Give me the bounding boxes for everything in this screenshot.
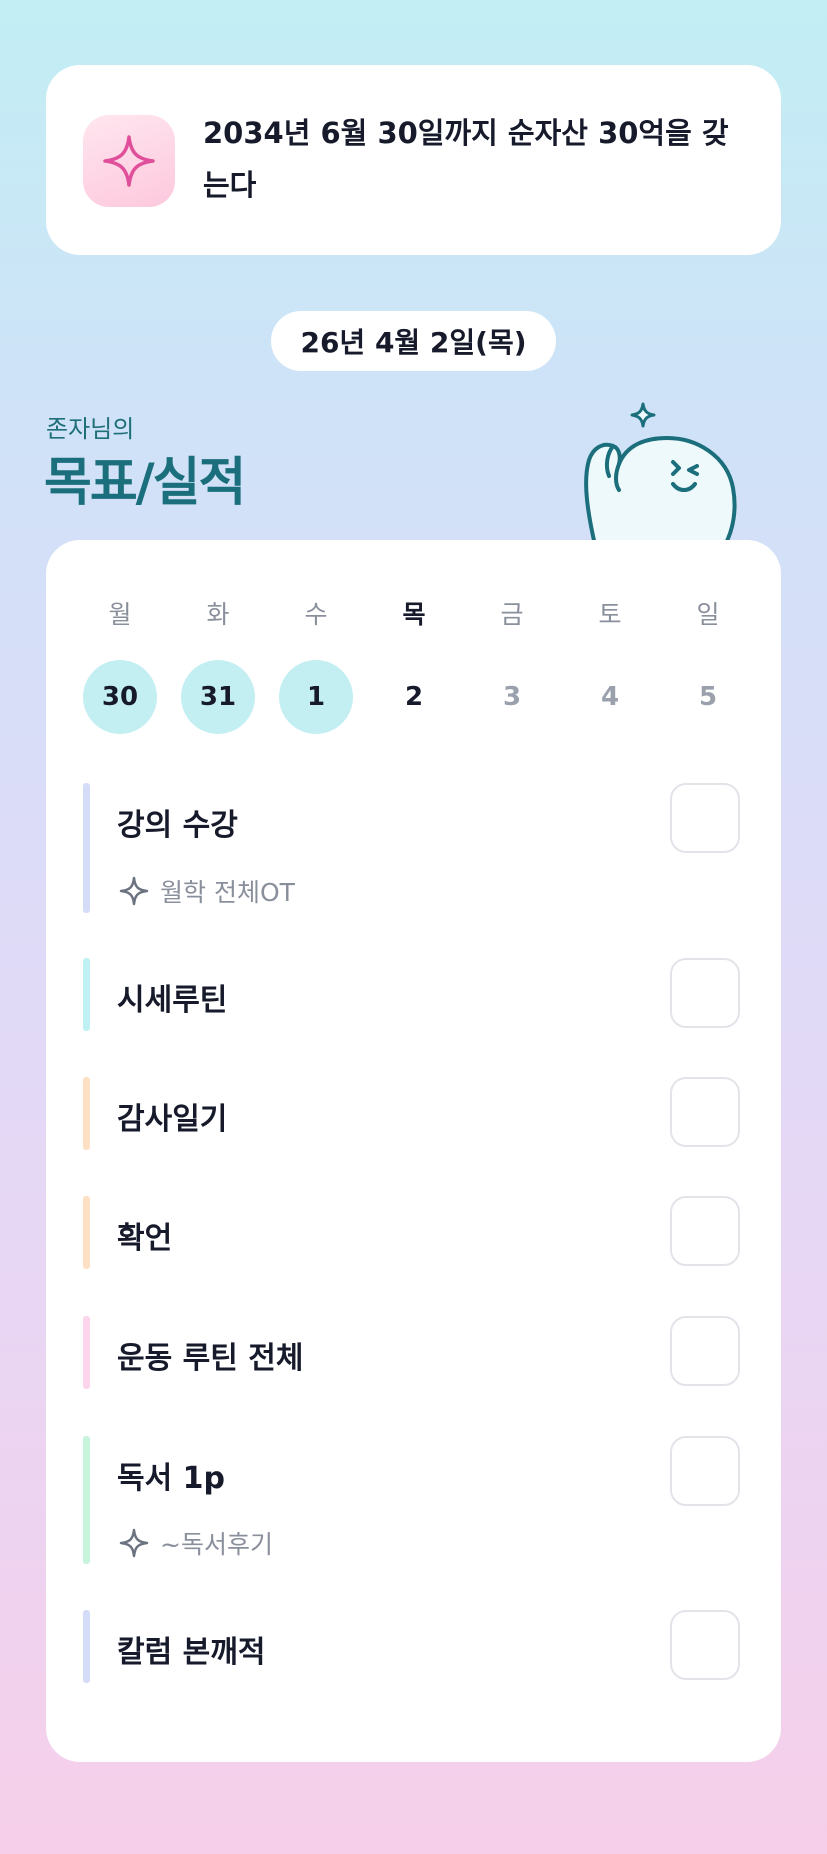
task-color-bar	[83, 958, 90, 1031]
weekday-mon: 월	[108, 600, 132, 629]
task-checkbox[interactable]	[670, 1196, 740, 1266]
goal-text: 2034년 6월 30일까지 순자산 30억을 갖는다	[203, 116, 729, 202]
sparkle-icon	[83, 115, 175, 207]
task-subtext-label: ~독서후기	[160, 1530, 273, 1559]
task-color-bar	[83, 1610, 90, 1683]
page-title: 목표/실적	[44, 453, 246, 513]
weekday-sat: 토	[598, 600, 622, 629]
task-checkbox[interactable]	[670, 958, 740, 1028]
task-color-bar	[83, 1316, 90, 1389]
sparkle-outline-icon	[119, 876, 149, 906]
mascot-illustration	[584, 402, 737, 547]
task-color-bar	[83, 1077, 90, 1150]
task-title: 운동 루틴 전체	[117, 1341, 304, 1376]
task-checkbox[interactable]	[670, 1610, 740, 1680]
task-subtext: ~독서후기	[118, 1525, 273, 1561]
task-color-bar	[83, 783, 90, 913]
day-5[interactable]: 5	[671, 660, 745, 734]
day-3[interactable]: 3	[475, 660, 549, 734]
task-color-bar	[83, 1196, 90, 1269]
task-checkbox[interactable]	[670, 1077, 740, 1147]
day-1[interactable]: 1	[279, 660, 353, 734]
day-31[interactable]: 31	[181, 660, 255, 734]
task-title: 칼럼 본깨적	[117, 1635, 266, 1670]
task-color-bar	[83, 1436, 90, 1564]
day-2[interactable]: 2	[377, 660, 451, 734]
task-title: 확언	[117, 1221, 173, 1256]
task-subtext: 월학 전체OT	[118, 873, 295, 909]
task-subtext-label: 월학 전체OT	[160, 878, 295, 907]
weekday-tue: 화	[206, 600, 230, 629]
task-title: 강의 수강	[117, 808, 238, 843]
goal-card[interactable]: 2034년 6월 30일까지 순자산 30억을 갖는다	[46, 65, 781, 255]
sparkle-outline-icon	[119, 1528, 149, 1558]
task-checkbox[interactable]	[670, 1316, 740, 1386]
weekday-thu: 목	[402, 600, 426, 629]
weekday-sun: 일	[696, 600, 720, 629]
page-subtitle: 존자님의	[46, 415, 135, 443]
task-checkbox[interactable]	[670, 1436, 740, 1506]
task-checkbox[interactable]	[670, 783, 740, 853]
day-30[interactable]: 30	[83, 660, 157, 734]
task-title: 독서 1p	[117, 1461, 225, 1496]
date-pill[interactable]: 26년 4월 2일(목)	[271, 311, 556, 371]
weekday-fri: 금	[500, 600, 524, 629]
weekday-wed: 수	[304, 600, 328, 629]
task-title: 감사일기	[117, 1102, 228, 1137]
task-title: 시세루틴	[117, 983, 228, 1018]
day-4[interactable]: 4	[573, 660, 647, 734]
